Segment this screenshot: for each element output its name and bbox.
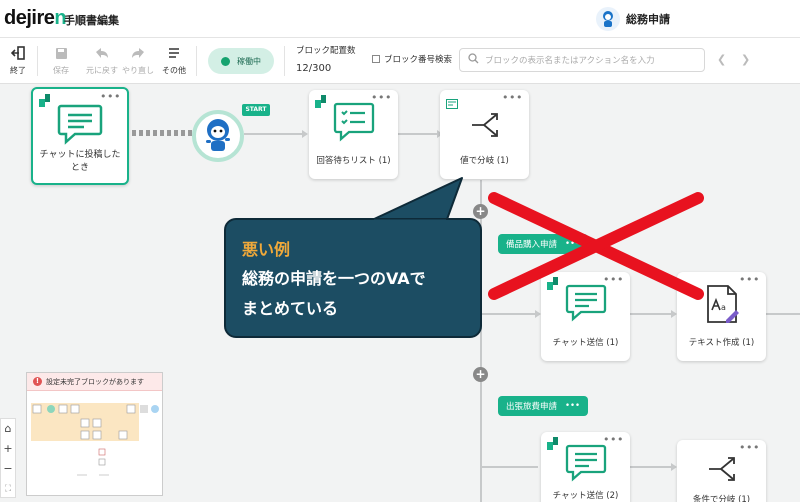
zoom-controls: ⌂ + − ⛶ <box>0 418 16 498</box>
callout-title: 悪い例 <box>242 240 291 259</box>
incomplete-blocks-warning[interactable]: ! 設定未完了ブロックがあります <box>27 373 162 391</box>
alert-icon: ! <box>33 377 42 386</box>
minimap[interactable]: ! 設定未完了ブロックがあります <box>26 372 163 496</box>
home-icon[interactable]: ⌂ <box>1 419 15 439</box>
bad-example-callout: 悪い例 総務の申請を一つのVAで まとめている <box>224 218 482 338</box>
zoom-in-button[interactable]: + <box>1 439 15 459</box>
callout-body: 総務の申請を一つのVAで まとめている <box>242 269 426 318</box>
zoom-out-button[interactable]: − <box>1 459 15 479</box>
minimap-preview <box>31 403 159 476</box>
fit-view-icon[interactable]: ⛶ <box>1 479 15 499</box>
